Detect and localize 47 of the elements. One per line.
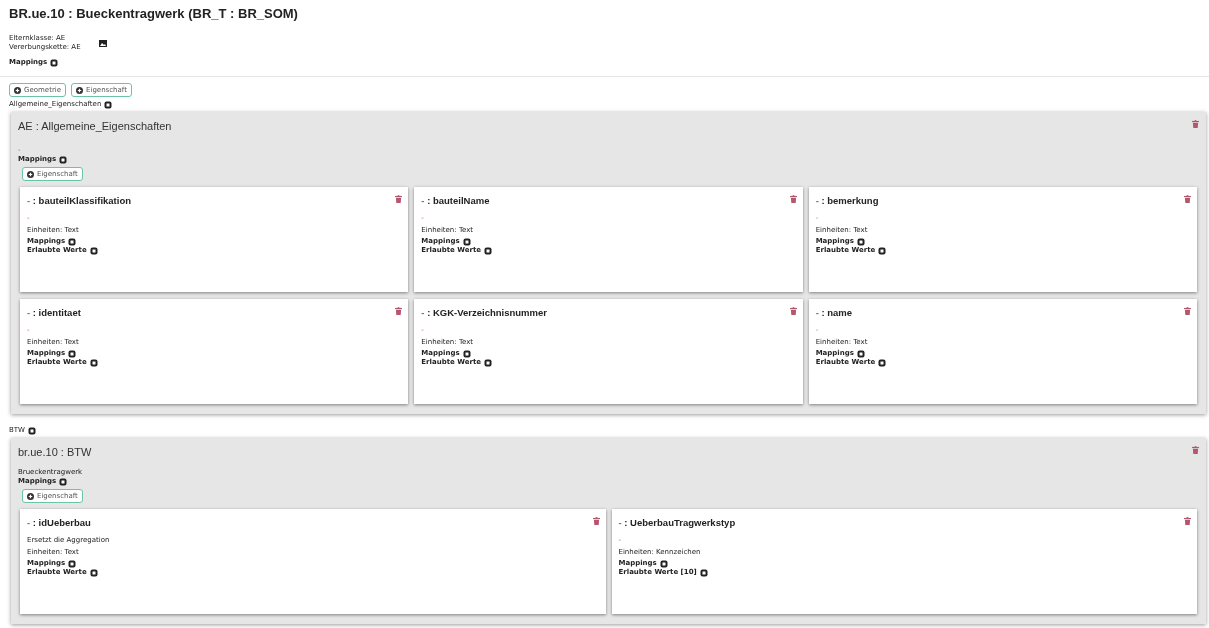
delete-icon[interactable] [1184, 517, 1191, 525]
property-title: - : UeberbauTragwerkstyp [618, 517, 736, 528]
delete-icon[interactable] [1184, 195, 1191, 203]
delete-icon[interactable] [1192, 120, 1199, 128]
image-icon[interactable] [98, 39, 107, 47]
toggle-icon[interactable] [878, 358, 887, 367]
property-title: - : name [815, 307, 853, 318]
delete-icon[interactable] [789, 307, 797, 315]
plus-icon [14, 86, 21, 94]
delete-icon[interactable] [1192, 446, 1199, 454]
toggle-icon[interactable] [856, 237, 865, 246]
property-title: - : KGK-Verzeichnisnummer [421, 307, 547, 318]
toggle-icon[interactable] [659, 559, 668, 568]
property-title: - : bemerkung [815, 195, 879, 206]
toggle-icon[interactable] [89, 568, 98, 577]
panel-title: br.ue.10 : BTW [18, 446, 92, 458]
property-title: - : identitaet [27, 307, 81, 318]
toggle-icon[interactable] [59, 477, 68, 486]
property-title: - : bauteilName [421, 195, 490, 206]
plus-icon [27, 170, 34, 178]
toggle-icon[interactable] [462, 237, 471, 246]
toggle-icon[interactable] [68, 237, 77, 246]
delete-icon[interactable] [592, 517, 600, 525]
toggle-icon[interactable] [878, 246, 887, 255]
panel-title: AE : Allgemeine_Eigenschaften [18, 120, 172, 132]
toggle-icon[interactable] [68, 559, 77, 568]
toggle-icon[interactable] [59, 155, 68, 164]
toggle-icon[interactable] [89, 246, 98, 255]
toggle-icon[interactable] [462, 349, 471, 358]
delete-icon[interactable] [789, 195, 797, 203]
delete-icon[interactable] [1184, 307, 1191, 315]
toggle-icon[interactable] [104, 100, 113, 109]
delete-icon[interactable] [395, 307, 403, 315]
toggle-icon[interactable] [484, 246, 492, 255]
toggle-icon[interactable] [89, 358, 98, 367]
delete-icon[interactable] [395, 195, 403, 203]
page-title: BR.ue.10 : Bueckentragwerk (BR_T : BR_SOM) [9, 6, 299, 23]
plus-icon [76, 86, 83, 94]
toggle-icon[interactable] [856, 349, 865, 358]
toggle-icon[interactable] [28, 426, 36, 435]
toggle-icon[interactable] [699, 568, 708, 577]
property-title: - : bauteilKlassifikation [27, 195, 131, 206]
toggle-icon[interactable] [484, 358, 492, 367]
toggle-icon[interactable] [50, 58, 59, 67]
property-title: - : idUeberbau [27, 517, 91, 528]
toggle-icon[interactable] [68, 349, 77, 358]
plus-icon [27, 492, 34, 500]
